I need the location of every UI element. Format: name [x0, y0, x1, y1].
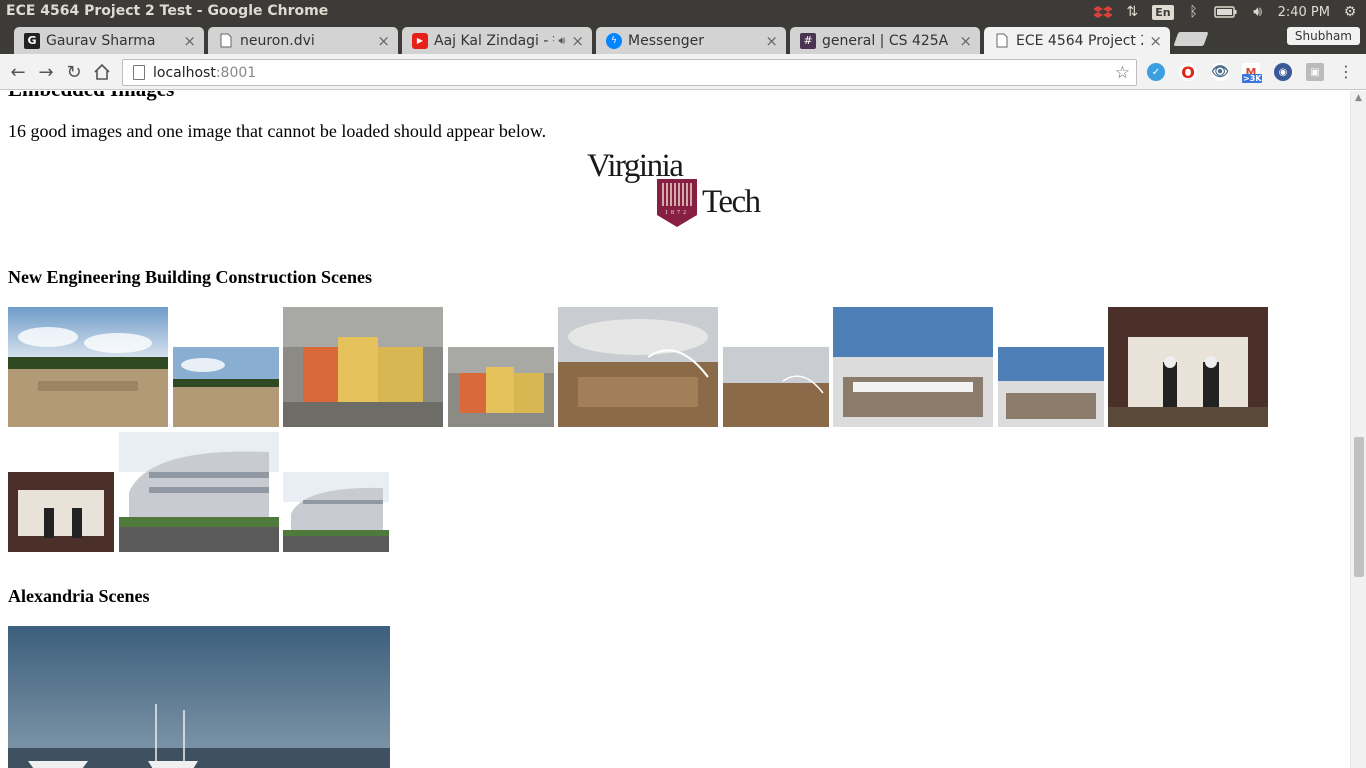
tab-ece-4564[interactable]: ECE 4564 Project 2 T ×	[984, 27, 1170, 54]
close-icon[interactable]: ×	[377, 32, 390, 50]
extension-feather-icon[interactable]: ✓	[1147, 63, 1165, 81]
eye-icon[interactable]: 👁︎	[1211, 63, 1229, 81]
building-photo[interactable]	[283, 472, 389, 552]
browser-toolbar: ← → ↻ localhost:8001 ☆ ✓ O 👁︎ M >3K ◉ ▣ ⋮	[0, 54, 1366, 90]
construction-photo[interactable]	[448, 347, 554, 427]
gaurav-favicon: G	[24, 32, 40, 49]
tab-label: Messenger	[628, 32, 705, 49]
battery-icon[interactable]	[1213, 3, 1238, 21]
slack-icon: #	[800, 32, 816, 49]
svg-text:Virginia: Virginia	[587, 149, 684, 184]
construction-photo[interactable]	[173, 347, 279, 427]
tab-label: ECE 4564 Project 2 T	[1016, 32, 1143, 49]
tab-gaurav-sharma[interactable]: G Gaurav Sharma ×	[14, 27, 204, 54]
construction-photo[interactable]	[723, 347, 829, 427]
opera-icon[interactable]: O	[1179, 63, 1197, 82]
scroll-up-icon[interactable]: ▲	[1355, 93, 1362, 103]
system-tray: ⇅ En ᛒ 🔊︎ 2:40 PM ⚙	[1094, 0, 1358, 24]
tab-messenger[interactable]: ϟ Messenger ×	[596, 27, 786, 54]
construction-photo[interactable]	[1108, 307, 1268, 427]
document-icon	[994, 33, 1010, 49]
home-icon	[94, 63, 110, 80]
close-icon[interactable]: ×	[959, 32, 972, 50]
new-tab-button[interactable]	[1173, 32, 1209, 46]
home-button[interactable]	[91, 61, 113, 83]
url-port: :8001	[215, 64, 257, 81]
embedded-images-heading: Embedded Images	[8, 91, 1338, 102]
network-transfer-icon[interactable]: ⇅	[1124, 3, 1140, 21]
tab-slack-general[interactable]: # general | CS 425A Sl ×	[790, 27, 980, 54]
svg-text:Tech: Tech	[702, 184, 762, 220]
construction-photo[interactable]	[833, 307, 993, 427]
document-icon	[218, 33, 234, 49]
tab-label: Aaj Kal Zindagi - न	[434, 33, 555, 49]
tab-label: Gaurav Sharma	[46, 32, 156, 49]
tab-neuron-dvi[interactable]: neuron.dvi ×	[208, 27, 398, 54]
youtube-icon: ▶	[412, 32, 428, 49]
scrollbar-thumb[interactable]	[1354, 437, 1364, 577]
address-bar[interactable]: localhost:8001 ☆	[122, 59, 1137, 86]
bookmark-star-icon[interactable]: ☆	[1115, 63, 1130, 83]
keyboard-layout-indicator[interactable]: En	[1152, 3, 1174, 21]
construction-photo[interactable]	[558, 307, 718, 427]
audio-playing-icon[interactable]: 🔊︎	[558, 34, 565, 48]
lang-badge: En	[1152, 4, 1174, 20]
window-title: ECE 4564 Project 2 Test - Google Chrome	[6, 3, 329, 19]
reload-icon: ↻	[66, 61, 82, 83]
reload-button[interactable]: ↻	[63, 61, 85, 83]
building-photo[interactable]	[119, 432, 279, 552]
tab-label: general | CS 425A Sl	[822, 32, 954, 49]
chrome-menu-icon[interactable]: ⋮	[1338, 62, 1354, 81]
construction-photo[interactable]	[283, 307, 443, 427]
close-icon[interactable]: ×	[1149, 32, 1162, 50]
profile-button[interactable]: Shubham	[1286, 27, 1360, 45]
svg-text:1872: 1872	[665, 210, 689, 216]
construction-photo[interactable]	[8, 472, 114, 552]
virginia-tech-logo: Virginia Tech 1872	[586, 148, 768, 229]
clock[interactable]: 2:40 PM	[1278, 5, 1330, 20]
gear-icon[interactable]: ⚙	[1342, 3, 1358, 21]
tab-youtube[interactable]: ▶ Aaj Kal Zindagi - न 🔊︎ ×	[402, 27, 592, 54]
url-host: localhost	[153, 64, 216, 81]
alexandria-photo[interactable]	[8, 626, 390, 768]
page-info-icon[interactable]	[133, 65, 145, 80]
close-icon[interactable]: ×	[571, 32, 584, 50]
os-top-panel: ECE 4564 Project 2 Test - Google Chrome …	[0, 0, 1366, 24]
page-content: Embedded Images 16 good images and one i…	[8, 91, 1338, 768]
arrow-left-icon: ←	[10, 61, 26, 83]
section-heading-alexandria: Alexandria Scenes	[8, 586, 150, 606]
gmail-icon[interactable]: M >3K	[1242, 63, 1263, 83]
close-icon[interactable]: ×	[183, 32, 196, 50]
globe-icon[interactable]: ◉	[1274, 63, 1292, 81]
construction-photo[interactable]	[8, 307, 168, 427]
bluetooth-icon[interactable]: ᛒ	[1186, 3, 1202, 21]
tab-label: neuron.dvi	[240, 32, 315, 49]
close-icon[interactable]: ×	[765, 32, 778, 50]
section-heading-engineering: New Engineering Building Construction Sc…	[8, 267, 373, 287]
volume-icon[interactable]: 🔊︎	[1250, 3, 1266, 21]
dropbox-icon[interactable]	[1094, 3, 1113, 21]
forward-button[interactable]: →	[35, 61, 57, 83]
messenger-icon: ϟ	[606, 32, 622, 49]
gmail-badge: >3K	[1242, 74, 1263, 83]
page-scrollbar[interactable]: ▲	[1350, 91, 1366, 768]
construction-photo[interactable]	[998, 347, 1104, 427]
tab-strip: G Gaurav Sharma × neuron.dvi × ▶ Aaj Kal…	[0, 24, 1366, 54]
intro-text: 16 good images and one image that cannot…	[8, 121, 547, 141]
back-button[interactable]: ←	[7, 61, 29, 83]
arrow-right-icon: →	[38, 61, 54, 83]
image-extension-icon[interactable]: ▣	[1306, 63, 1324, 81]
page-viewport: Embedded Images 16 good images and one i…	[0, 91, 1350, 768]
